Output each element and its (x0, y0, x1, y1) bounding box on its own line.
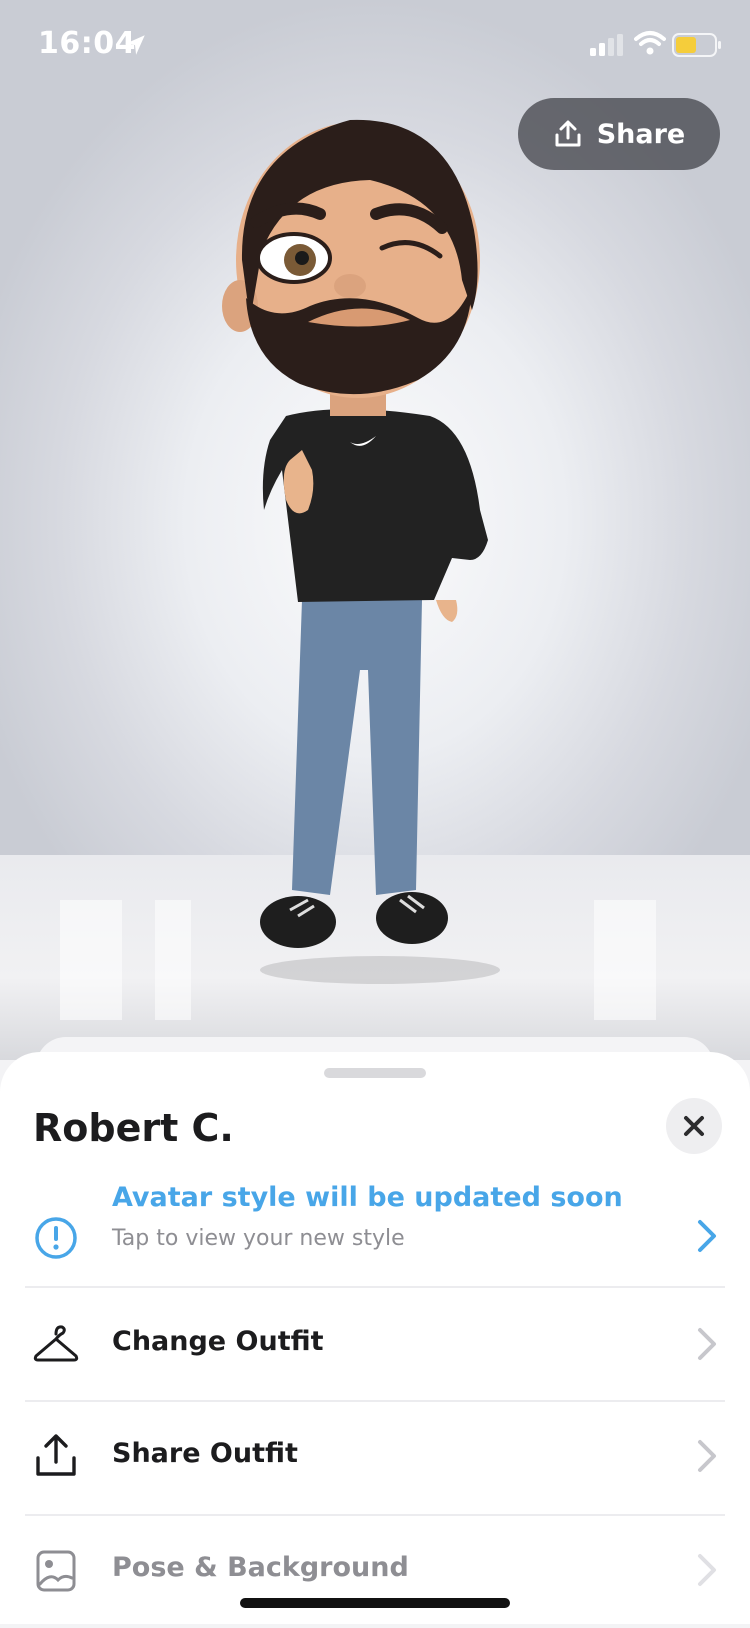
wifi-icon (634, 31, 666, 55)
upload-icon (555, 120, 581, 147)
hanger-icon (33, 1325, 79, 1362)
battery-icon (672, 33, 721, 57)
notice-title: Avatar style will be updated soon (112, 1182, 623, 1213)
close-icon (684, 1116, 704, 1136)
cellular-signal-icon (590, 34, 623, 56)
pose-background-label: Pose & Background (112, 1552, 409, 1583)
pose-background-row[interactable]: Pose & Background (0, 1516, 750, 1628)
chevron-right-icon (698, 1328, 716, 1360)
notice-subtitle: Tap to view your new style (112, 1226, 405, 1251)
profile-name: Robert C. (33, 1106, 234, 1150)
home-indicator[interactable] (240, 1598, 510, 1608)
chevron-right-icon (698, 1554, 716, 1586)
change-outfit-row[interactable]: Change Outfit (0, 1288, 750, 1400)
sheet-grabber[interactable] (324, 1068, 426, 1078)
image-icon (36, 1550, 76, 1592)
location-arrow-icon (125, 35, 145, 55)
profile-sheet: Robert C. Avatar style will be updated s… (0, 1052, 750, 1624)
share-outfit-label: Share Outfit (112, 1438, 298, 1469)
change-outfit-label: Change Outfit (112, 1326, 324, 1357)
floor-light (594, 900, 656, 1020)
share-button-label: Share (596, 118, 686, 150)
bitmoji-avatar (222, 119, 500, 984)
share-outfit-row[interactable]: Share Outfit (0, 1402, 750, 1514)
chevron-right-icon (698, 1440, 716, 1472)
upload-icon (36, 1434, 76, 1476)
info-alert-icon (35, 1217, 77, 1259)
close-button[interactable] (666, 1098, 722, 1154)
status-bar: 16:04 (0, 0, 750, 90)
floor-light (60, 900, 122, 1020)
chevron-right-icon (698, 1220, 716, 1252)
floor-light (155, 900, 191, 1020)
